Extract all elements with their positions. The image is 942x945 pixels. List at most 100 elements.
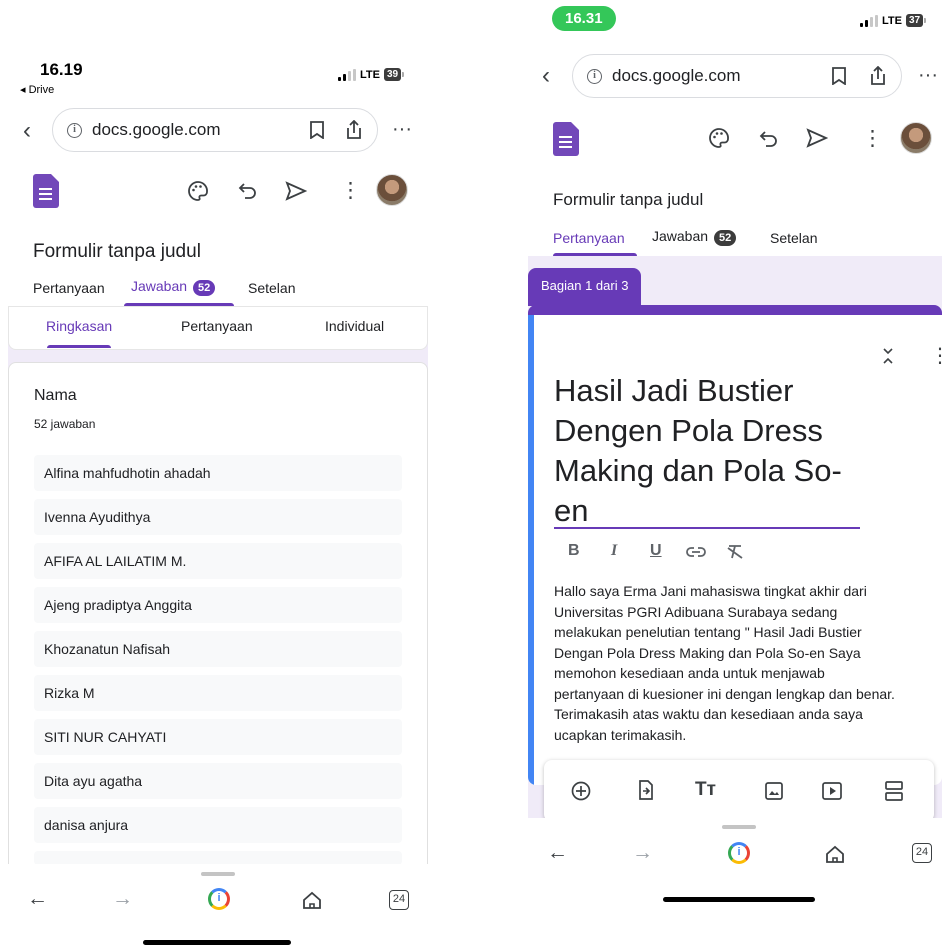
home-icon[interactable]: [302, 891, 322, 910]
answer-item: Ajeng pradiptya Anggita: [34, 587, 402, 623]
tab-jawaban[interactable]: Jawaban 52: [131, 278, 216, 296]
add-section-icon[interactable]: [885, 781, 903, 801]
add-item-toolbar: Tт: [544, 760, 934, 822]
undo-icon[interactable]: [759, 130, 779, 148]
share-icon[interactable]: [345, 120, 363, 140]
responses-subtabs: Ringkasan Pertanyaan Individual: [8, 306, 428, 350]
tab-jawaban-label: Jawaban: [652, 228, 709, 244]
site-info-icon[interactable]: i: [587, 68, 602, 84]
network-type: LTE: [360, 68, 380, 81]
underline-button[interactable]: U: [650, 542, 662, 560]
link-icon[interactable]: [686, 546, 706, 558]
status-time-pill[interactable]: 16.31: [552, 6, 616, 31]
tab-setelan[interactable]: Setelan: [248, 280, 295, 296]
italic-button[interactable]: I: [611, 542, 617, 560]
add-video-icon[interactable]: [822, 782, 842, 800]
response-count-badge: 52: [193, 280, 216, 296]
description-line: ucapkan terimakasih.: [554, 726, 687, 743]
sheet-grabber[interactable]: [201, 872, 235, 876]
subtab-pertanyaan[interactable]: Pertanyaan: [181, 318, 253, 334]
site-info-icon[interactable]: i: [67, 122, 82, 138]
answer-item: danisa anjura: [34, 807, 402, 843]
google-forms-logo[interactable]: [553, 122, 579, 156]
browser-back-icon[interactable]: ‹: [23, 117, 31, 145]
palette-icon[interactable]: [708, 127, 730, 149]
nav-back-icon[interactable]: ←: [27, 887, 48, 911]
section-card[interactable]: ⋮ Hasil Jadi Bustier Dengen Pola Dress M…: [528, 305, 942, 785]
tab-jawaban[interactable]: Jawaban 52: [652, 228, 737, 246]
status-indicators: LTE 37: [860, 14, 927, 27]
description-line: pertanyaan di kuesioner ini dengan lengk…: [554, 685, 895, 702]
answer-item: AFIFA AL LAILATIM M.: [34, 543, 402, 579]
tab-pertanyaan[interactable]: Pertanyaan: [33, 280, 105, 296]
collapse-icon[interactable]: [882, 347, 894, 365]
url-text: docs.google.com: [612, 66, 741, 85]
bold-button[interactable]: B: [568, 542, 580, 560]
bookmark-icon[interactable]: [309, 121, 325, 139]
battery-icon: 39: [383, 68, 405, 81]
add-question-icon[interactable]: [571, 781, 591, 801]
answer-count: 52 jawaban: [34, 417, 96, 431]
clear-format-icon[interactable]: [726, 544, 744, 560]
share-icon[interactable]: [869, 66, 887, 86]
question-title: Nama: [34, 387, 77, 404]
avatar[interactable]: [376, 174, 408, 206]
nav-forward-icon[interactable]: →: [632, 841, 653, 865]
answer-item: Alfina mahfudhotin ahadah: [34, 455, 402, 491]
right-phone-screen: 16.31 LTE 37 ‹ i docs.google.com ··· ⋮ F…: [520, 0, 942, 945]
send-icon[interactable]: [806, 128, 828, 148]
battery-icon: 37: [905, 14, 927, 27]
sheet-grabber[interactable]: [722, 825, 756, 829]
tabs-count-button[interactable]: 24: [389, 890, 409, 910]
nav-back-icon[interactable]: ←: [547, 841, 568, 865]
url-bar[interactable]: i docs.google.com: [572, 54, 902, 98]
back-to-app-link[interactable]: ◂ Drive: [20, 83, 54, 96]
import-questions-icon[interactable]: [638, 780, 654, 800]
google-lens-icon[interactable]: i: [728, 842, 750, 864]
nav-forward-icon[interactable]: →: [112, 887, 133, 911]
section-title-line: en: [554, 493, 589, 528]
tab-pertanyaan[interactable]: Pertanyaan: [553, 230, 625, 246]
tab-jawaban-label: Jawaban: [131, 278, 188, 294]
subtab-ringkasan[interactable]: Ringkasan: [46, 318, 112, 334]
url-text: docs.google.com: [92, 120, 221, 139]
tab-setelan[interactable]: Setelan: [770, 230, 817, 246]
add-image-icon[interactable]: [765, 782, 783, 800]
palette-icon[interactable]: [187, 180, 209, 202]
form-more-icon[interactable]: ⋮: [862, 126, 883, 151]
section-more-icon[interactable]: ⋮: [930, 343, 942, 368]
browser-back-icon[interactable]: ‹: [542, 62, 550, 90]
avatar[interactable]: [900, 122, 932, 154]
add-title-icon[interactable]: Tт: [695, 779, 716, 801]
section-title-line: Hasil Jadi Bustier: [554, 373, 794, 408]
more-menu-icon[interactable]: ···: [392, 118, 412, 141]
form-more-icon[interactable]: ⋮: [340, 178, 361, 203]
answer-item: Khozanatun Nafisah: [34, 631, 402, 667]
section-description[interactable]: Hallo saya Erma Jani mahasiswa tingkat a…: [554, 581, 938, 745]
google-forms-logo[interactable]: [33, 174, 59, 208]
url-bar[interactable]: i docs.google.com: [52, 108, 378, 152]
question-summary-card: Nama 52 jawaban Alfina mahfudhotin ahada…: [8, 362, 428, 882]
tabs-count-button[interactable]: 24: [912, 843, 932, 863]
home-indicator[interactable]: [663, 897, 815, 902]
answer-item: SITI NUR CAHYATI: [34, 719, 402, 755]
google-lens-icon[interactable]: i: [208, 888, 230, 910]
send-icon[interactable]: [285, 181, 307, 201]
bookmark-icon[interactable]: [831, 67, 847, 85]
description-line: Dengan Pola Dress Making dan Pola So-en …: [554, 644, 861, 661]
response-count-badge: 52: [714, 230, 737, 246]
section-label: Bagian 1 dari 3: [528, 268, 642, 306]
signal-icon: [338, 68, 356, 81]
answer-item: Dita ayu agatha: [34, 763, 402, 799]
undo-icon[interactable]: [238, 182, 258, 200]
subtab-individual[interactable]: Individual: [325, 318, 384, 334]
description-line: Hallo saya Erma Jani mahasiswa tingkat a…: [554, 583, 867, 599]
home-icon[interactable]: [825, 845, 845, 864]
more-menu-icon[interactable]: ···: [918, 64, 938, 87]
home-indicator[interactable]: [143, 940, 291, 945]
section-title[interactable]: Hasil Jadi Bustier Dengen Pola Dress Mak…: [554, 371, 884, 531]
title-underline: [554, 527, 860, 529]
battery-level: 39: [383, 68, 402, 81]
subtab-indicator: [47, 345, 111, 348]
answer-item: Rizka M: [34, 675, 402, 711]
